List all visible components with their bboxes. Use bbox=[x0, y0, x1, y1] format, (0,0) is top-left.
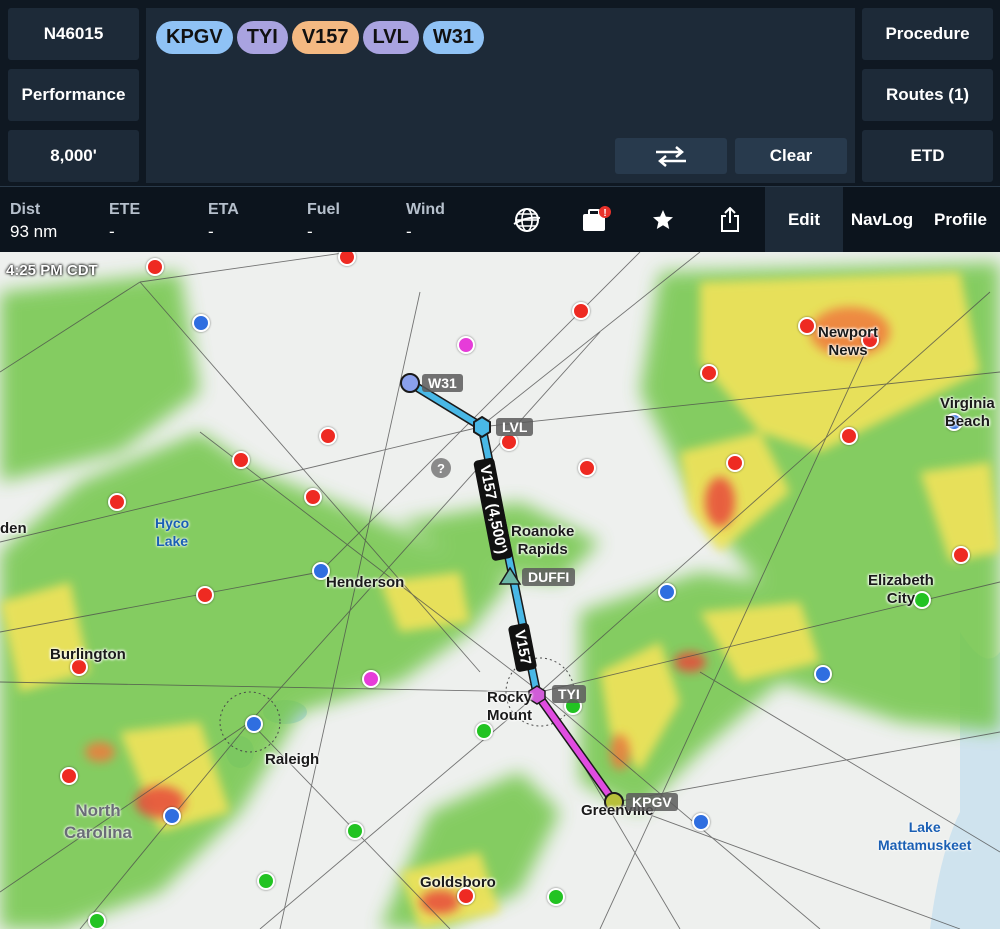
clear-button[interactable]: Clear bbox=[735, 138, 847, 174]
stat-label: Fuel bbox=[307, 201, 340, 218]
airport-marker[interactable] bbox=[572, 302, 590, 320]
city-label-raleigh: Raleigh bbox=[265, 751, 320, 768]
airport-marker[interactable] bbox=[547, 888, 565, 906]
airport-marker[interactable] bbox=[319, 427, 337, 445]
city-label-roanoke-rapids: Roanoke Rapids bbox=[511, 523, 575, 558]
airport-marker[interactable] bbox=[245, 715, 263, 733]
airport-marker[interactable] bbox=[952, 546, 970, 564]
stat-label: Wind bbox=[406, 201, 445, 218]
globe-layers-icon bbox=[513, 208, 541, 232]
tab-profile[interactable]: Profile bbox=[921, 187, 1000, 253]
waypoint-label-lvl[interactable]: LVL bbox=[496, 418, 534, 436]
flight-bag-icon: ! bbox=[583, 206, 611, 231]
airport-marker[interactable] bbox=[814, 665, 832, 683]
airport-marker[interactable] bbox=[658, 583, 676, 601]
reverse-route-button[interactable] bbox=[615, 138, 727, 174]
favorite-button[interactable] bbox=[647, 204, 679, 236]
airport-marker[interactable] bbox=[457, 336, 475, 354]
airport-marker[interactable] bbox=[192, 314, 210, 332]
altitude-button[interactable]: 8,000' bbox=[8, 130, 139, 182]
airport-marker[interactable] bbox=[798, 317, 816, 335]
airport-marker[interactable] bbox=[840, 427, 858, 445]
airport-marker[interactable] bbox=[726, 454, 744, 472]
route-chips: KPGV TYI V157 LVL W31 bbox=[156, 21, 484, 54]
route-editor[interactable]: KPGV TYI V157 LVL W31 Clear bbox=[146, 8, 855, 183]
performance-button[interactable]: Performance bbox=[8, 69, 139, 121]
flight-plan-header: N46015 Performance 8,000' KPGV TYI V157 … bbox=[0, 0, 1000, 186]
stat-ete: ETE - bbox=[109, 201, 140, 242]
stat-value: - bbox=[406, 222, 412, 241]
time-stamp: 4:25 PM CDT bbox=[6, 262, 98, 279]
city-label-henderson: Henderson bbox=[326, 574, 405, 591]
airport-marker[interactable] bbox=[700, 364, 718, 382]
airport-marker[interactable] bbox=[108, 493, 126, 511]
share-icon bbox=[721, 207, 739, 232]
airport-marker[interactable] bbox=[346, 822, 364, 840]
water-label-hyco-lake: Hyco Lake bbox=[155, 515, 190, 549]
stat-wind: Wind - bbox=[406, 201, 445, 242]
city-label-virginia-beach: Virginia Beach bbox=[940, 395, 995, 430]
waypoint-label-tyi[interactable]: TYI bbox=[552, 685, 586, 703]
tab-edit[interactable]: Edit bbox=[765, 187, 843, 253]
swap-arrows-icon bbox=[656, 146, 686, 167]
svg-text:!: ! bbox=[603, 208, 606, 219]
routes-button[interactable]: Routes (1) bbox=[862, 69, 993, 121]
airport-marker[interactable] bbox=[692, 813, 710, 831]
info-bar: Dist 93 nm ETE - ETA - Fuel - Wind - ! E… bbox=[0, 186, 1000, 253]
airport-marker[interactable] bbox=[60, 767, 78, 785]
city-label-rocky-mount: Rocky Mount bbox=[487, 689, 533, 724]
star-icon bbox=[653, 210, 673, 229]
stat-value: 93 nm bbox=[10, 222, 58, 241]
city-label-elizabeth-city: Elizabeth City bbox=[868, 572, 934, 607]
waypoint-label-w31[interactable]: W31 bbox=[422, 374, 463, 392]
stat-label: ETE bbox=[109, 201, 141, 218]
stat-dist: Dist 93 nm bbox=[10, 201, 57, 242]
route-chip-w31[interactable]: W31 bbox=[422, 21, 484, 54]
airport-marker[interactable] bbox=[578, 459, 596, 477]
map-view[interactable]: 4:25 PM CDT ? Newport News Virginia Beac… bbox=[0, 252, 1000, 929]
state-label: North Carolina bbox=[64, 801, 133, 842]
stat-value: - bbox=[109, 222, 115, 241]
stat-fuel: Fuel - bbox=[307, 201, 340, 242]
procedure-button[interactable]: Procedure bbox=[862, 8, 993, 60]
etd-button[interactable]: ETD bbox=[862, 130, 993, 182]
airport-marker[interactable] bbox=[88, 912, 106, 929]
airport-marker[interactable] bbox=[196, 586, 214, 604]
map-layers-button[interactable] bbox=[511, 204, 543, 236]
flight-bag-button[interactable]: ! bbox=[580, 204, 612, 236]
city-label-goldsboro: Goldsboro bbox=[420, 874, 496, 891]
unknown-weather-icon[interactable]: ? bbox=[431, 458, 451, 478]
airport-marker[interactable] bbox=[304, 488, 322, 506]
route-chip-lvl[interactable]: LVL bbox=[362, 21, 419, 54]
city-label-den: den bbox=[0, 520, 27, 537]
share-button[interactable] bbox=[714, 204, 746, 236]
city-label-burlington: Burlington bbox=[50, 646, 126, 663]
stat-value: - bbox=[307, 222, 313, 241]
city-label-newport-news: Newport News bbox=[818, 324, 878, 359]
airport-marker[interactable] bbox=[257, 872, 275, 890]
tab-navlog[interactable]: NavLog bbox=[843, 187, 921, 253]
waypoint-label-kpgv[interactable]: KPGV bbox=[626, 793, 678, 811]
stat-value: - bbox=[208, 222, 214, 241]
stat-label: Dist bbox=[10, 201, 41, 218]
route-chip-kpgv[interactable]: KPGV bbox=[156, 21, 233, 54]
airport-marker[interactable] bbox=[232, 451, 250, 469]
stat-label: ETA bbox=[208, 201, 239, 218]
airport-marker[interactable] bbox=[362, 670, 380, 688]
route-chip-v157[interactable]: V157 bbox=[291, 21, 359, 54]
aircraft-button[interactable]: N46015 bbox=[8, 8, 139, 60]
stat-eta: ETA - bbox=[208, 201, 239, 242]
airport-marker[interactable] bbox=[146, 258, 164, 276]
waypoint-label-duffi[interactable]: DUFFI bbox=[522, 568, 576, 586]
airport-marker[interactable] bbox=[163, 807, 181, 825]
water-label-lake-mattamuskeet: Lake Mattamuskeet bbox=[878, 819, 972, 853]
route-chip-tyi[interactable]: TYI bbox=[236, 21, 288, 54]
